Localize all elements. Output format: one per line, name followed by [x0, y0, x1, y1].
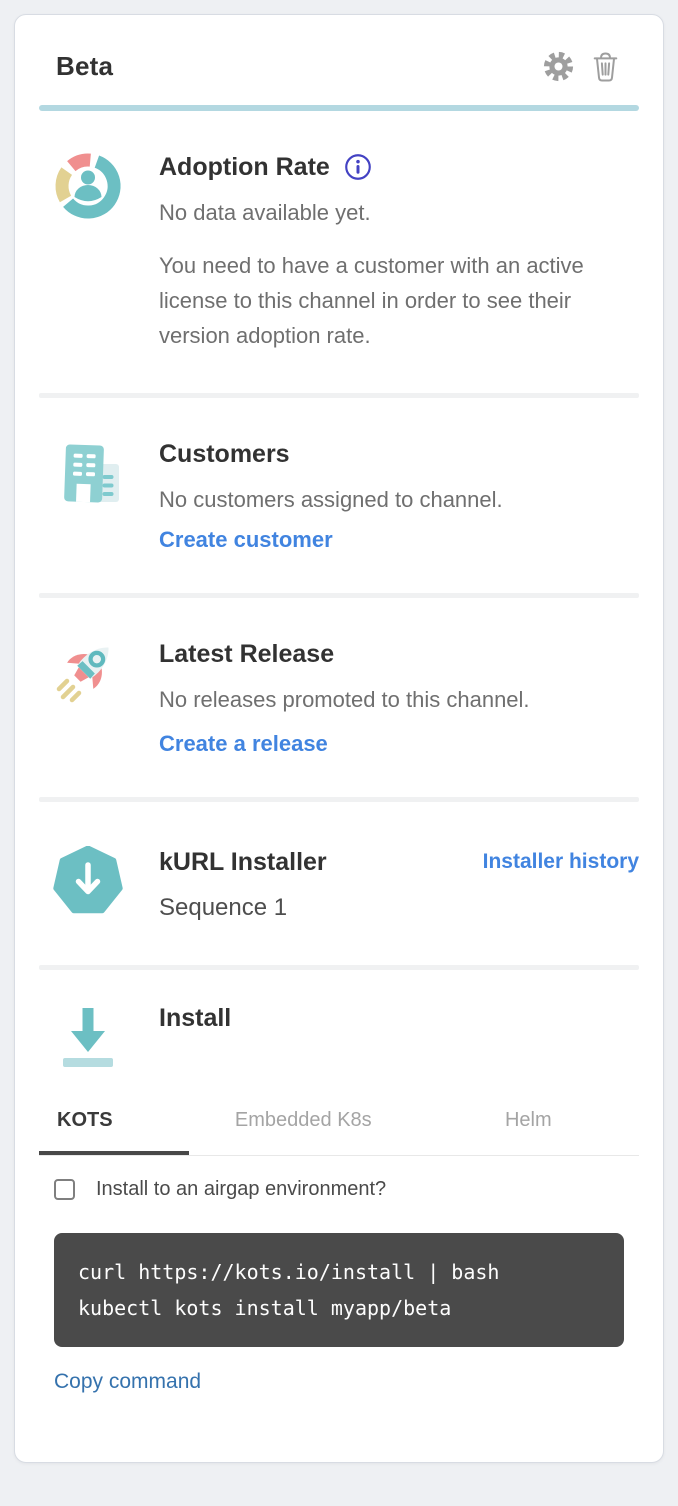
section-adoption-rate: Adoption Rate No data available yet. You… — [15, 111, 663, 393]
airgap-checkbox[interactable] — [54, 1179, 75, 1200]
section-install: Install — [15, 970, 663, 1077]
installer-history-link[interactable]: Installer history — [483, 850, 639, 874]
airgap-option-row: Install to an airgap environment? — [54, 1178, 624, 1201]
channel-title: Beta — [56, 51, 113, 82]
adoption-rate-info-button[interactable] — [344, 153, 372, 181]
install-command-code: curl https://kots.io/install | bashkubec… — [54, 1233, 624, 1347]
install-title: Install — [159, 1002, 639, 1034]
channel-card: Beta — [14, 14, 664, 1463]
adoption-donut-user-icon — [53, 151, 123, 353]
section-latest-release: Latest Release No releases promoted to t… — [15, 598, 663, 797]
tab-kots[interactable]: KOTS — [39, 1105, 189, 1155]
command-line-1: curl https://kots.io/install | bash — [78, 1254, 600, 1290]
rocket-icon — [53, 638, 123, 757]
create-customer-link[interactable]: Create customer — [159, 527, 333, 553]
channel-settings-button[interactable] — [543, 51, 574, 82]
channel-header: Beta — [15, 15, 663, 82]
latest-release-title: Latest Release — [159, 638, 639, 670]
tab-embedded-k8s[interactable]: Embedded K8s — [189, 1105, 417, 1155]
buildings-icon — [53, 438, 123, 553]
delete-channel-button[interactable] — [592, 51, 619, 82]
section-customers: Customers No customers assigned to chann… — [15, 398, 663, 593]
heptagon-download-icon — [53, 846, 123, 925]
adoption-empty-body: You need to have a customer with an acti… — [159, 248, 611, 353]
install-tabs: KOTS Embedded K8s Helm — [39, 1105, 639, 1156]
tab-helm[interactable]: Helm — [418, 1105, 639, 1155]
customers-title: Customers — [159, 438, 639, 470]
customers-empty-text: No customers assigned to channel. — [159, 482, 639, 517]
adoption-empty-title: No data available yet. — [159, 195, 639, 230]
airgap-label: Install to an airgap environment? — [96, 1178, 386, 1201]
installer-sequence: Sequence 1 — [159, 891, 639, 925]
release-empty-text: No releases promoted to this channel. — [159, 682, 639, 717]
download-arrow-icon — [53, 1002, 123, 1077]
section-kurl-installer: kURL Installer Installer history Sequenc… — [15, 802, 663, 965]
channel-actions — [543, 51, 619, 82]
copy-command-link[interactable]: Copy command — [54, 1370, 201, 1394]
create-release-link[interactable]: Create a release — [159, 731, 328, 757]
kurl-installer-title: kURL Installer — [159, 846, 327, 878]
trash-icon — [592, 70, 619, 85]
command-line-2: kubectl kots install myapp/beta — [78, 1290, 600, 1326]
adoption-rate-title: Adoption Rate — [159, 151, 330, 183]
info-icon — [344, 169, 372, 184]
gear-icon — [543, 70, 574, 85]
